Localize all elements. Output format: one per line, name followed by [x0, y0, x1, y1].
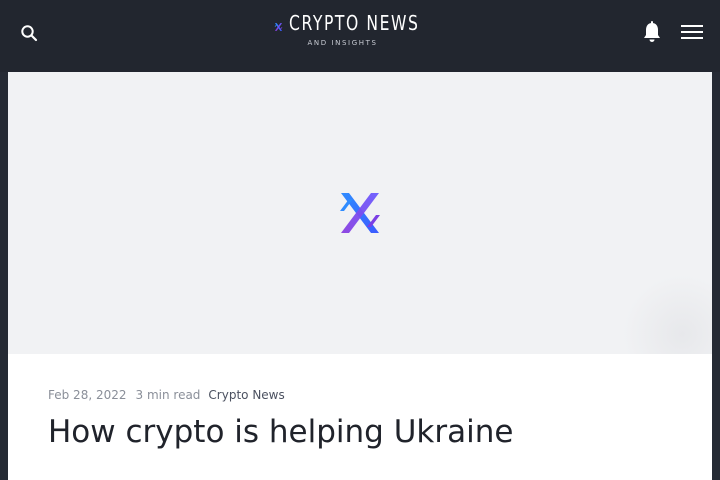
article-date: Feb 28, 2022 — [48, 388, 127, 402]
article-hero-image[interactable] — [8, 72, 712, 354]
brand-logo-icon — [340, 193, 380, 233]
site-logo[interactable]: CRYPTO NEWS AND INSIGHTS — [274, 12, 444, 52]
logo-subtitle: AND INSIGHTS — [307, 39, 378, 47]
article-title[interactable]: How crypto is helping Ukraine — [48, 413, 513, 451]
menu-button[interactable] — [676, 17, 708, 47]
article-category-link[interactable]: Crypto News — [208, 388, 284, 402]
notifications-button[interactable] — [637, 17, 667, 47]
hero-shadow-decoration — [622, 274, 712, 354]
logo-title: CRYPTO NEWS — [289, 11, 420, 35]
brand-mark-icon — [274, 23, 283, 31]
search-icon — [21, 25, 38, 42]
article-card: Feb 28, 2022 3 min read Crypto News How … — [8, 354, 712, 480]
menu-icon — [681, 25, 703, 39]
article-read-time: 3 min read — [135, 388, 201, 402]
bell-icon — [644, 21, 660, 42]
search-button[interactable] — [14, 18, 44, 48]
article-meta: Feb 28, 2022 3 min read Crypto News — [48, 388, 285, 402]
top-header: CRYPTO NEWS AND INSIGHTS — [0, 0, 720, 72]
